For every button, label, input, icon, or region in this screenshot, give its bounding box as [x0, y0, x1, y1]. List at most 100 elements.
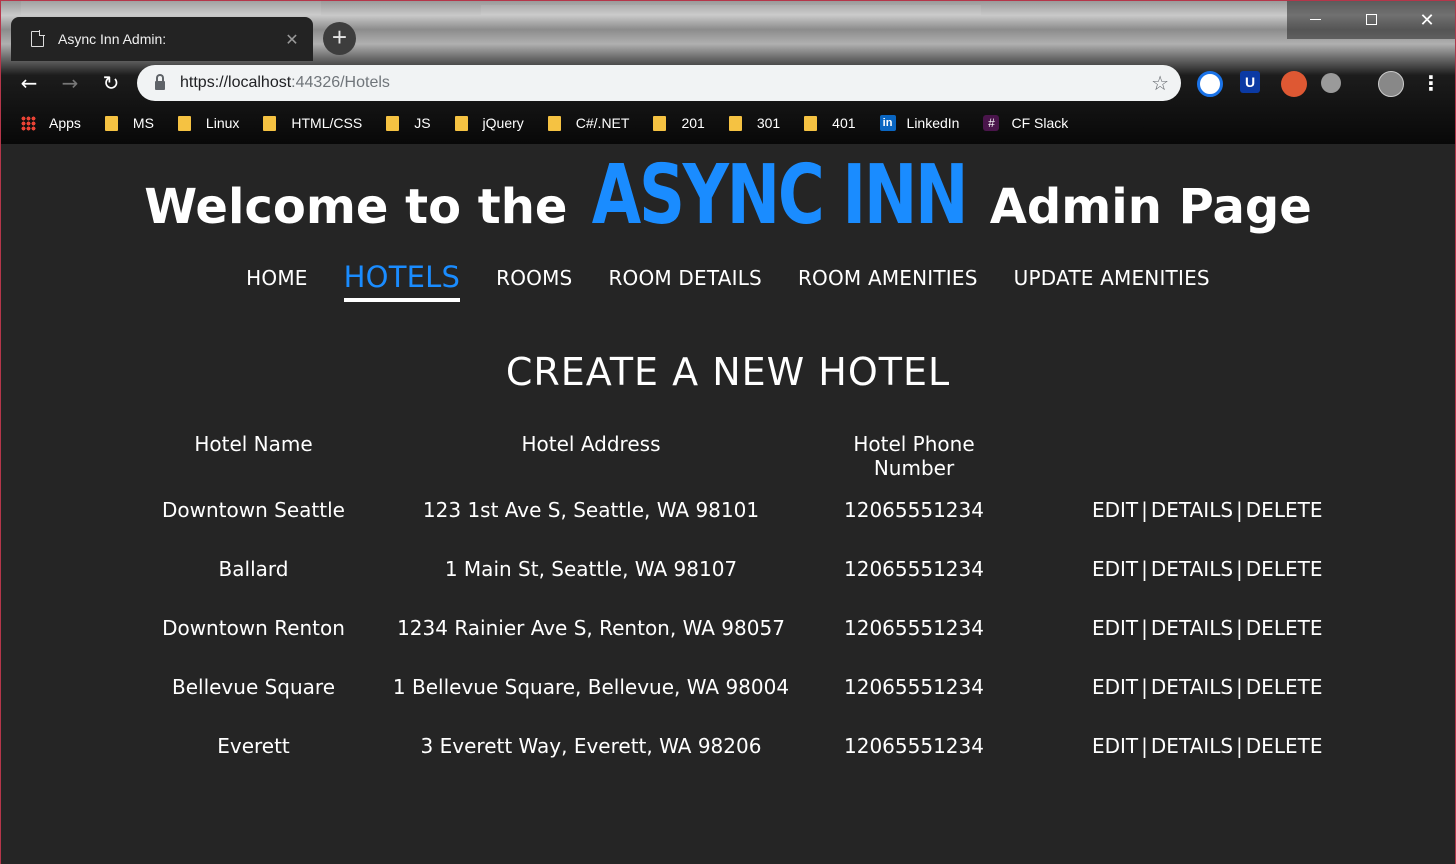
hotel-phone-cell: 12065551234 — [844, 615, 984, 640]
menu-dots-icon[interactable]: ⋮ — [1421, 69, 1441, 97]
delete-link[interactable]: DELETE — [1246, 734, 1323, 758]
address-bar[interactable]: https://localhost:44326/Hotels ☆ — [137, 65, 1181, 101]
extension-u-icon[interactable]: U — [1240, 71, 1260, 93]
close-icon: ✕ — [1419, 10, 1435, 30]
main-nav: HOME HOTELS ROOMS ROOM DETAILS ROOM AMEN… — [1, 260, 1455, 302]
extension-gray-icon[interactable] — [1321, 73, 1341, 93]
column-header-actions — [1012, 416, 1322, 480]
column-header-address: Hotel Address — [521, 432, 661, 456]
folder-icon — [177, 115, 191, 131]
tab-strip: Async Inn Admin: ✕ + ✕ — [1, 1, 1455, 61]
hotel-name-cell: Everett — [217, 733, 290, 758]
column-header-phone: Hotel Phone Number — [853, 432, 975, 480]
hotel-address-cell: 123 1st Ave S, Seattle, WA 98101 — [422, 497, 760, 522]
nav-hotels[interactable]: HOTELS — [343, 260, 461, 302]
hotel-name-cell: Downtown Renton — [162, 615, 345, 640]
reload-icon[interactable]: ↻ — [97, 69, 125, 97]
browser-chrome: Async Inn Admin: ✕ + ✕ ← → ↻ https://loc… — [1, 1, 1455, 144]
bookmark-apps[interactable]: Apps — [21, 115, 81, 131]
bookmark-label: Apps — [49, 115, 81, 131]
tab-title: Async Inn Admin: — [58, 31, 167, 47]
nav-home[interactable]: HOME — [246, 266, 307, 298]
delete-link[interactable]: DELETE — [1246, 675, 1323, 699]
bookmark-linux[interactable]: Linux — [177, 115, 240, 131]
folder-icon — [547, 115, 561, 131]
separator: | — [1141, 733, 1148, 758]
brand-logo-text: ASYNC INN — [591, 148, 968, 243]
bookmark-401[interactable]: 401 — [804, 115, 856, 131]
nav-update-amenities[interactable]: UPDATE AMENITIES — [1014, 266, 1210, 298]
folder-icon — [653, 115, 667, 131]
nav-rooms[interactable]: ROOMS — [496, 266, 572, 298]
edit-link[interactable]: EDIT — [1092, 498, 1138, 522]
page-header: Welcome to the ASYNC INN Admin Page — [1, 148, 1455, 243]
folder-icon — [386, 115, 400, 131]
delete-link[interactable]: DELETE — [1246, 557, 1323, 581]
close-window-button[interactable]: ✕ — [1399, 1, 1455, 39]
actions-cell: EDIT | DETAILS | DELETE — [1012, 598, 1322, 657]
browser-tab[interactable]: Async Inn Admin: ✕ — [11, 17, 313, 61]
table-row: Ballard 1 Main St, Seattle, WA 98107 12065… — [141, 539, 1323, 598]
bookmarks-bar: Apps MS Linux HTML/CSS JS jQuery C#/.NET… — [1, 105, 1455, 141]
column-header-name: Hotel Name — [194, 432, 313, 456]
duckduckgo-icon[interactable] — [1281, 71, 1307, 97]
forward-arrow-icon[interactable]: → — [56, 69, 84, 97]
maximize-button[interactable] — [1343, 1, 1399, 39]
bookmark-js[interactable]: JS — [386, 115, 431, 131]
details-link[interactable]: DETAILS — [1151, 616, 1233, 640]
hotel-name-cell: Downtown Seattle — [162, 497, 345, 522]
bookmark-label: 301 — [756, 115, 781, 131]
table-row: Downtown Renton 1234 Rainier Ave S, Rento… — [141, 598, 1322, 657]
details-link[interactable]: DETAILS — [1151, 557, 1233, 581]
separator: | — [1141, 674, 1148, 699]
maximize-icon — [1365, 14, 1377, 26]
bookmark-label: Linux — [205, 115, 240, 131]
edit-link[interactable]: EDIT — [1092, 675, 1138, 699]
edit-link[interactable]: EDIT — [1092, 557, 1138, 581]
separator: | — [1236, 615, 1243, 640]
delete-link[interactable]: DELETE — [1246, 498, 1323, 522]
bookmark-label: MS — [132, 115, 154, 131]
hotel-phone-cell: 12065551234 — [844, 674, 984, 699]
bookmark-label: C#/.NET — [575, 115, 630, 131]
bookmark-301[interactable]: 301 — [728, 115, 781, 131]
search-extension-icon[interactable] — [1197, 71, 1223, 97]
table-header-row: Hotel Name Hotel Address Hotel Phone Num… — [141, 416, 1322, 480]
bookmark-label: 401 — [832, 115, 856, 131]
table-row: Downtown Seattle 123 1st Ave S, Seattle, … — [141, 480, 1322, 539]
bookmark-201[interactable]: 201 — [653, 115, 705, 131]
header-prefix: Welcome to the — [144, 179, 568, 235]
nav-room-amenities[interactable]: ROOM AMENITIES — [798, 266, 978, 298]
edit-link[interactable]: EDIT — [1092, 734, 1138, 758]
minimize-button[interactable] — [1287, 1, 1343, 39]
url-text[interactable]: https://localhost:44326/Hotels — [180, 74, 1151, 92]
close-tab-icon[interactable]: ✕ — [281, 30, 303, 49]
details-link[interactable]: DETAILS — [1151, 498, 1233, 522]
back-arrow-icon[interactable]: ← — [15, 69, 43, 97]
bookmark-jquery[interactable]: jQuery — [454, 115, 524, 131]
url-path: :44326/Hotels — [291, 74, 390, 91]
edit-link[interactable]: EDIT — [1092, 616, 1138, 640]
hotel-address-cell: 1 Main St, Seattle, WA 98107 — [444, 556, 738, 581]
create-hotel-link[interactable]: CREATE A NEW HOTEL — [1, 350, 1455, 394]
bookmark-linkedin[interactable]: in LinkedIn — [879, 115, 959, 131]
linkedin-icon: in — [879, 115, 896, 131]
new-tab-button[interactable]: + — [323, 22, 356, 55]
bookmark-ms[interactable]: MS — [104, 115, 154, 131]
details-link[interactable]: DETAILS — [1151, 675, 1233, 699]
profile-avatar[interactable] — [1378, 71, 1404, 97]
lock-icon — [155, 74, 165, 90]
bookmark-star-icon[interactable]: ☆ — [1151, 71, 1169, 96]
nav-room-details[interactable]: ROOM DETAILS — [608, 266, 762, 298]
bookmark-csharp-dotnet[interactable]: C#/.NET — [547, 115, 630, 131]
bookmark-html-css[interactable]: HTML/CSS — [263, 115, 362, 131]
bookmark-label: 201 — [681, 115, 705, 131]
hotel-phone-cell: 12065551234 — [844, 497, 984, 522]
details-link[interactable]: DETAILS — [1151, 734, 1233, 758]
actions-cell: EDIT | DETAILS | DELETE — [1012, 657, 1322, 716]
separator: | — [1141, 556, 1148, 581]
bookmark-cf-slack[interactable]: # CF Slack — [983, 115, 1068, 131]
separator: | — [1236, 556, 1243, 581]
separator: | — [1141, 497, 1148, 522]
delete-link[interactable]: DELETE — [1246, 616, 1323, 640]
